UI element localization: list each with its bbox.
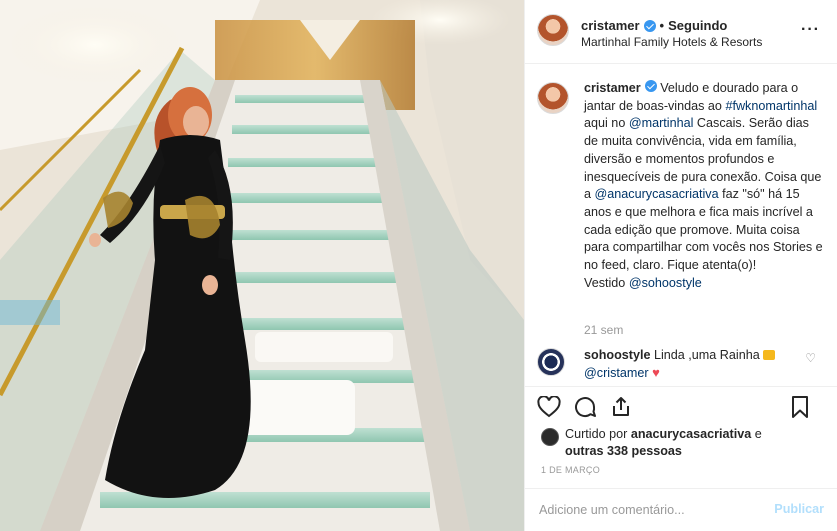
mention-link-sohoostyle[interactable]: @sohoostyle (629, 276, 702, 290)
like-icon[interactable] (537, 395, 561, 419)
red-heart-emoji-icon: ♥ (652, 365, 660, 380)
author-username[interactable]: cristamer (581, 18, 640, 33)
comment-input[interactable] (539, 501, 759, 519)
mention-link-martinhal[interactable]: @martinhal (629, 116, 694, 130)
liker-username[interactable]: anacurycasacriativa (631, 427, 751, 441)
post-header: cristamer • Seguindo Martinhal Family Ho… (525, 0, 837, 64)
post-photo[interactable] (0, 0, 524, 531)
more-options-icon[interactable]: ··· (801, 22, 820, 38)
caption-part-2: aqui no (584, 116, 626, 131)
likes-summary: Curtido por anacurycasacriativa e outras… (541, 426, 831, 462)
share-icon[interactable] (609, 395, 633, 419)
author-avatar[interactable] (537, 14, 569, 46)
comments-area[interactable]: cristamer Veludo e dourado para o jantar… (525, 64, 837, 386)
caption-username[interactable]: cristamer (584, 81, 641, 95)
separator-dot: • (659, 18, 665, 33)
save-icon[interactable] (788, 395, 812, 419)
comment-text: sohoostyle Linda ,uma Rainha @cristamer … (584, 346, 794, 382)
commenter-avatar[interactable] (537, 348, 565, 376)
action-bar (525, 386, 837, 426)
mention-link-anacury[interactable]: @anacurycasacriativa (595, 187, 719, 201)
caption-author-avatar[interactable] (537, 82, 569, 114)
verified-badge-icon (643, 19, 656, 32)
comment-mention-link[interactable]: @cristamer (584, 366, 649, 380)
comment-item: sohoostyle Linda ,uma Rainha @cristamer … (525, 346, 837, 382)
caption-time-ago[interactable]: 21 sem (584, 323, 623, 337)
commenter-username[interactable]: sohoostyle (584, 348, 650, 362)
comment-body: Linda ,uma Rainha (653, 348, 760, 362)
verified-badge-icon (644, 80, 657, 92)
location-link[interactable]: Martinhal Family Hotels & Resorts (581, 35, 762, 49)
comment-icon[interactable] (573, 395, 597, 419)
hashtag-link[interactable]: #fwknomartinhal (725, 99, 817, 113)
comment-like-icon[interactable]: ♡ (805, 351, 816, 365)
publish-button[interactable]: Publicar (774, 502, 824, 516)
caption-text: cristamer Veludo e dourado para o jantar… (584, 80, 824, 292)
others-likes-link[interactable]: outras 338 pessoas (565, 444, 682, 458)
post-date[interactable]: 1 DE MARÇO (541, 465, 600, 475)
likes-prefix: Curtido por (565, 427, 628, 441)
liker-avatar[interactable] (541, 428, 559, 446)
post-photo-illustration (0, 0, 524, 531)
author-row: cristamer • Seguindo (581, 18, 727, 33)
crown-emoji-icon (763, 349, 776, 360)
post-panel: cristamer • Seguindo Martinhal Family Ho… (524, 0, 837, 531)
caption-part-5: Vestido (584, 275, 626, 290)
likes-joiner: e (754, 427, 762, 441)
likes-text: Curtido por anacurycasacriativa e outras… (565, 426, 762, 460)
follow-status-button[interactable]: Seguindo (668, 18, 727, 33)
add-comment-bar: Publicar (525, 488, 837, 531)
